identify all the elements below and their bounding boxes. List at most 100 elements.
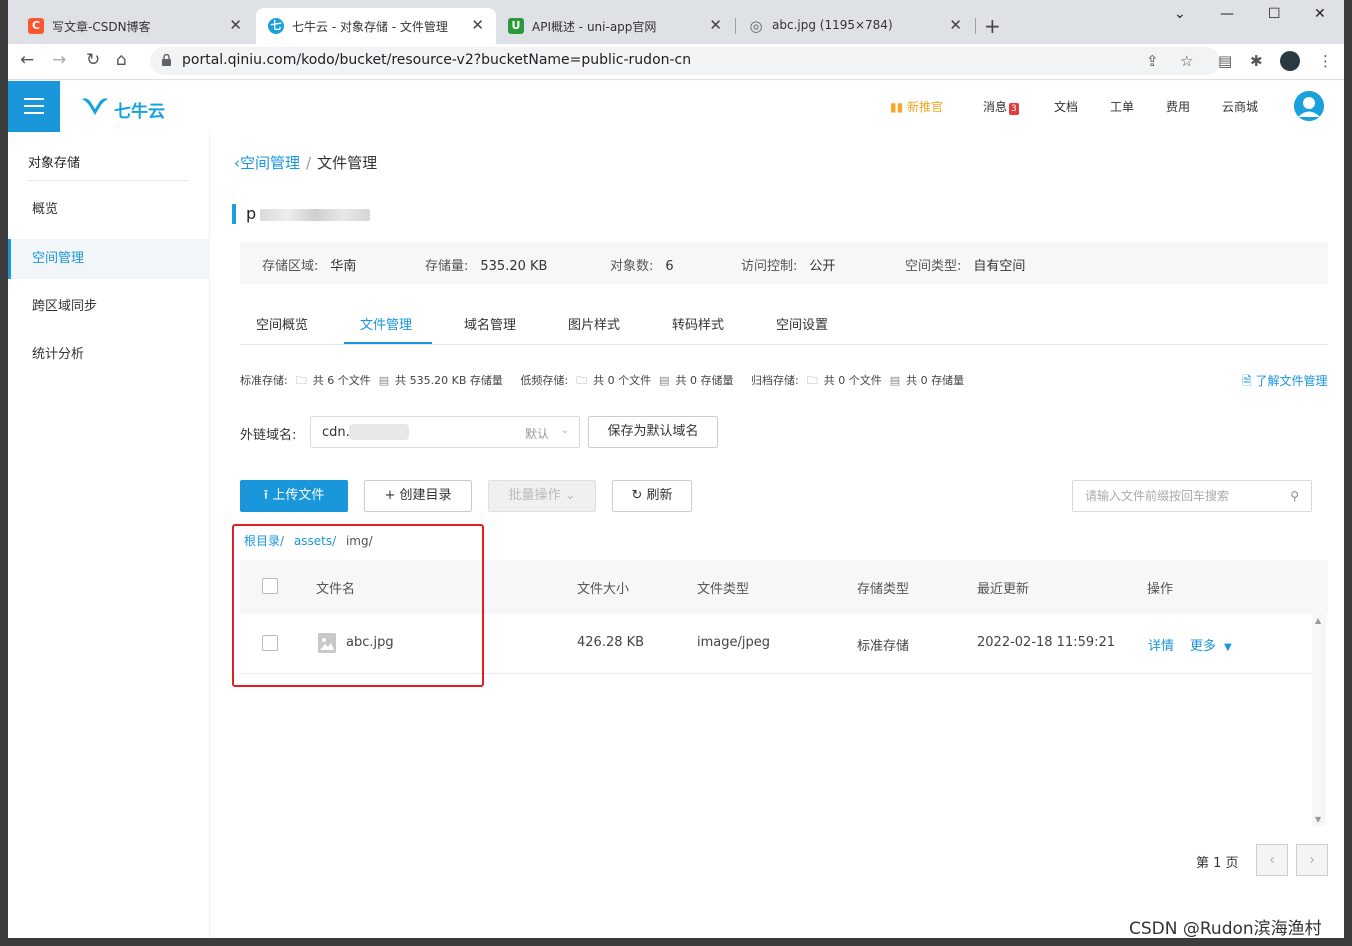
breadcrumb-back-link[interactable]: ‹空间管理 — [234, 154, 300, 172]
promo-gift-icon: ▮▮ — [890, 100, 908, 114]
file-storage-type: 标准存储 — [857, 639, 910, 654]
logo-text: 七牛云 — [114, 102, 165, 122]
globe-icon: ◎ — [749, 17, 763, 35]
next-page-button[interactable]: › — [1296, 844, 1328, 876]
qiniu-logo[interactable]: 七牛云 — [80, 95, 165, 122]
reading-list-icon[interactable]: ▤ — [1218, 52, 1232, 70]
tab-space-settings[interactable]: 空间设置 — [776, 314, 828, 333]
highlight-annotation-box — [232, 524, 484, 687]
file-search-input[interactable] — [1073, 481, 1279, 511]
info-objects: 对象数: 6 — [610, 255, 674, 274]
sidebar-item-buckets[interactable]: 空间管理 — [8, 239, 210, 279]
tab-domain-management[interactable]: 域名管理 — [464, 314, 516, 333]
lock-icon — [162, 54, 171, 66]
hamburger-menu-icon[interactable] — [8, 81, 60, 132]
new-tab-button[interactable]: + — [984, 14, 1001, 38]
profile-avatar[interactable] — [1280, 51, 1300, 71]
extensions-icon[interactable]: ✱ — [1250, 52, 1263, 70]
csdn-watermark: CSDN @Rudon滨海渔村 — [1129, 919, 1322, 938]
messages-label: 消息 — [983, 100, 1008, 114]
save-default-domain-button[interactable]: 保存为默认域名 — [588, 416, 718, 448]
file-more-label: 更多 — [1190, 639, 1217, 654]
learn-more-label: 了解文件管理 — [1255, 374, 1328, 388]
tickets-link[interactable]: 工单 — [1110, 98, 1134, 115]
promo-link[interactable]: ▮▮ 新推官 — [890, 98, 943, 115]
folder-icon: 🗀 — [576, 374, 588, 387]
address-bar[interactable]: portal.qiniu.com/kodo/bucket/resource-v2… — [150, 47, 1220, 75]
sidebar-item-overview[interactable]: 概览 — [8, 190, 210, 230]
home-icon[interactable]: ⌂ — [116, 50, 127, 70]
menu-kebab-icon[interactable]: ⋮ — [1318, 52, 1333, 70]
create-directory-button[interactable]: + 创建目录 — [364, 480, 472, 512]
tab-image-styles[interactable]: 图片样式 — [568, 314, 620, 333]
tab-file-management[interactable]: 文件管理 — [360, 314, 412, 333]
reload-icon[interactable]: ↻ — [86, 50, 100, 70]
close-tab-icon[interactable]: ✕ — [471, 16, 484, 34]
close-tab-icon[interactable]: ✕ — [229, 16, 242, 34]
bucket-name: p — [246, 204, 257, 223]
uniapp-favicon-icon: U — [508, 18, 524, 34]
tab-transcode-styles[interactable]: 转码样式 — [672, 314, 724, 333]
bucket-title-accent — [232, 204, 236, 224]
browser-tab-image[interactable]: ◎ abc.jpg (1195×784) ✕ — [736, 8, 974, 44]
docs-link[interactable]: 文档 — [1054, 98, 1078, 115]
learn-file-management-link[interactable]: 🗎 了解文件管理 — [1242, 372, 1327, 393]
scroll-down-icon[interactable]: ▼ — [1315, 815, 1321, 824]
user-avatar[interactable] — [1294, 91, 1324, 121]
file-more-link[interactable]: 更多 ▼ — [1190, 635, 1232, 654]
qiniu-logo-icon — [82, 98, 108, 115]
stats-infrequent-label: 低频存储: — [520, 374, 569, 387]
sidebar-divider — [28, 180, 188, 181]
messages-link[interactable]: 消息 3 — [983, 98, 1019, 115]
upload-file-button[interactable]: ⭱ 上传文件 — [240, 480, 348, 512]
tab-space-overview[interactable]: 空间概览 — [256, 314, 308, 333]
sidebar-item-statistics[interactable]: 统计分析 — [8, 335, 210, 375]
tab-search-icon[interactable]: ⌄ — [1174, 6, 1186, 22]
file-detail-link[interactable]: 详情 — [1148, 635, 1174, 654]
tab-title: abc.jpg (1195×784) — [772, 18, 893, 32]
browser-tab-uniapp[interactable]: U API概述 - uni-app官网 ✕ — [496, 8, 734, 44]
close-tab-icon[interactable]: ✕ — [709, 16, 722, 34]
forward-icon[interactable]: → — [52, 50, 66, 70]
close-tab-icon[interactable]: ✕ — [949, 16, 962, 34]
file-updated: 2022-02-18 11:59:21 — [977, 635, 1116, 650]
prev-page-button[interactable]: ‹ — [1256, 844, 1288, 876]
column-updated: 最近更新 — [977, 582, 1030, 597]
info-type-label: 空间类型: — [905, 259, 962, 274]
bookmark-star-icon[interactable]: ☆ — [1180, 52, 1193, 70]
billing-link[interactable]: 费用 — [1166, 98, 1190, 115]
close-window-icon[interactable]: ✕ — [1314, 6, 1326, 22]
domain-select[interactable]: cdn.r 默认 ⌄ — [310, 416, 580, 448]
table-scrollbar[interactable]: ▲ ▼ — [1312, 614, 1326, 826]
column-storage-type: 存储类型 — [857, 582, 910, 597]
share-icon[interactable]: ⇪ — [1146, 52, 1159, 70]
batch-actions-button[interactable]: 批量操作 ⌄ — [488, 480, 596, 512]
column-type: 文件类型 — [697, 582, 750, 597]
bucket-info-bar: 存储区域: 华南 存储量: 535.20 KB 对象数: 6 访问控制: 公开 空间类型… — [240, 242, 1328, 284]
browser-tab-csdn[interactable]: C 写文章-CSDN博客 ✕ — [16, 8, 254, 44]
info-access-value: 公开 — [809, 259, 836, 274]
tab-title: 七牛云 - 对象存储 - 文件管理 — [292, 20, 448, 34]
info-region: 存储区域: 华南 — [262, 255, 356, 274]
info-region-label: 存储区域: — [262, 259, 319, 274]
search-icon[interactable]: ⚲ — [1290, 489, 1299, 503]
refresh-button[interactable]: ↻ 刷新 — [612, 480, 692, 512]
tab-title: 写文章-CSDN博客 — [52, 20, 151, 34]
stats-standard-files: 共 6 个文件 — [312, 374, 371, 387]
domain-default-tag: 默认 — [524, 427, 549, 441]
browser-tab-qiniu[interactable]: 七 七牛云 - 对象存储 - 文件管理 ✕ — [256, 8, 496, 44]
scroll-up-icon[interactable]: ▲ — [1315, 616, 1321, 625]
messages-badge: 3 — [1009, 103, 1019, 115]
stats-archive-size: 共 0 存储量 — [906, 374, 965, 387]
sidebar-item-cross-region-sync[interactable]: 跨区域同步 — [8, 287, 210, 327]
storage-icon: ▤ — [659, 374, 670, 387]
breadcrumb: ‹空间管理 / 文件管理 — [234, 152, 377, 173]
maximize-icon[interactable]: ☐ — [1268, 6, 1281, 22]
minimize-icon[interactable]: — — [1220, 6, 1234, 22]
info-storage-label: 存储量: — [425, 259, 469, 274]
market-link[interactable]: 云商城 — [1222, 98, 1258, 115]
stats-standard-label: 标准存储: — [240, 374, 288, 387]
back-icon[interactable]: ← — [20, 50, 34, 70]
bucket-name-redacted — [260, 209, 370, 221]
folder-icon: 🗀 — [295, 374, 307, 387]
